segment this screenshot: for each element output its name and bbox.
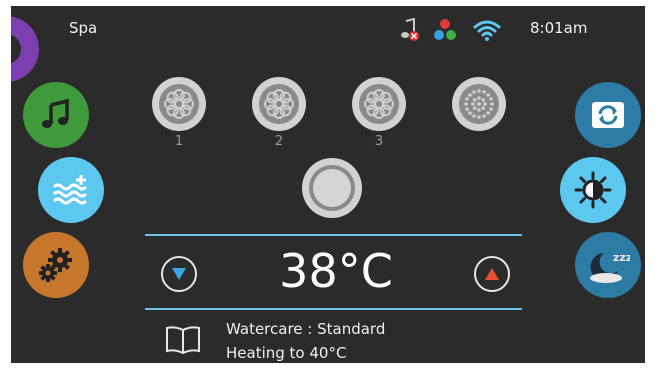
settings-button[interactable] [23, 232, 89, 298]
jet-button-2[interactable] [251, 76, 307, 132]
sun-icon [574, 171, 612, 209]
jet-button-3[interactable] [351, 76, 407, 132]
temperature-divider-top [145, 234, 522, 236]
spa-control-screen: Spa 8:01am zzz 1 2 3 38°C Watercare: St… [11, 6, 645, 363]
jet-label-1: 1 [174, 134, 184, 149]
light-button[interactable] [560, 157, 626, 223]
music-note-icon [42, 98, 69, 128]
water-button[interactable] [38, 157, 104, 223]
temperature-divider-bottom [145, 308, 522, 310]
temperature-down-button[interactable] [161, 256, 197, 292]
jet-label-2: 2 [274, 134, 284, 149]
pump-button[interactable] [301, 157, 363, 219]
triangle-up-icon [485, 268, 499, 280]
music-button[interactable] [23, 82, 89, 148]
invert-screen-button[interactable] [575, 82, 641, 148]
jet-button-1[interactable] [151, 76, 207, 132]
triangle-down-icon [172, 268, 186, 280]
wifi-icon [472, 18, 502, 42]
gears-icon [39, 248, 72, 282]
page-title: Spa [69, 19, 98, 37]
temperature-value: 38°C [279, 244, 393, 298]
sleep-button[interactable]: zzz [575, 232, 641, 298]
color-light-icon [433, 18, 457, 42]
jet-label-3: 3 [374, 134, 384, 149]
heating-status: Heating to 40°C [226, 344, 347, 362]
book-icon[interactable] [164, 325, 202, 355]
watercare-status: Watercare : Standard [226, 320, 386, 338]
temperature-up-button[interactable] [474, 256, 510, 292]
svg-text:zzz: zzz [613, 251, 630, 264]
water-add-icon [52, 175, 88, 205]
rotate-icon [592, 102, 624, 128]
moon-sleep-icon: zzz [590, 251, 630, 283]
clock-time: 8:01am [530, 19, 588, 37]
blower-button[interactable] [451, 76, 507, 132]
audio-disconnected-icon [400, 17, 422, 42]
